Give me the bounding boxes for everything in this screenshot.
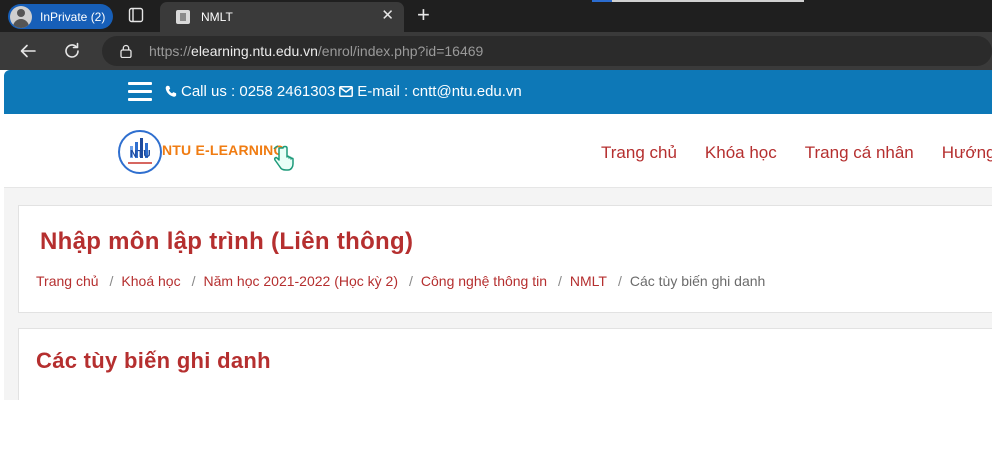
breadcrumb-department[interactable]: Công nghệ thông tin	[421, 273, 547, 289]
page-viewport: Call us : 0258 2461303 E-mail : cntt@ntu…	[4, 70, 992, 400]
url-scheme: https://	[149, 43, 192, 59]
hand-pointer-icon	[273, 145, 294, 171]
site-header: NTU NTU E-LEARNING Trang chủ Khóa học Tr…	[4, 114, 992, 188]
inprivate-profile-button[interactable]: InPrivate (2)	[8, 4, 113, 29]
loading-indicator	[592, 0, 804, 2]
browser-tab-strip: InPrivate (2) NMLT ✕ +	[0, 0, 992, 32]
email-text[interactable]: E-mail : cntt@ntu.edu.vn	[357, 83, 521, 100]
enrolment-options-card: Các tùy biến ghi danh	[18, 328, 992, 400]
course-title: Nhập môn lập trình (Liên thông)	[40, 228, 414, 255]
phone-text[interactable]: Call us : 0258 2461303	[181, 83, 335, 100]
url-host: elearning.ntu.edu.vn	[191, 43, 318, 59]
url-path: /enrol/index.php?id=16469	[317, 43, 484, 59]
breadcrumb-school-year[interactable]: Năm học 2021-2022 (Học kỳ 2)	[203, 273, 398, 289]
nav-profile[interactable]: Trang cá nhân	[805, 143, 914, 163]
envelope-icon	[339, 86, 354, 97]
url-text: https://elearning.ntu.edu.vn/enrol/index…	[149, 43, 483, 59]
tab-nmlt[interactable]: NMLT ✕	[160, 2, 404, 32]
breadcrumb-current: Các tùy biến ghi danh	[629, 273, 766, 289]
contact-info: Call us : 0258 2461303 E-mail : cntt@ntu…	[165, 83, 522, 100]
ntu-seal-logo: NTU	[118, 130, 162, 174]
nav-home[interactable]: Trang chủ	[601, 143, 677, 163]
breadcrumb-courses[interactable]: Khoá học	[121, 273, 180, 289]
site-logo[interactable]: NTU NTU E-LEARNING	[118, 130, 308, 176]
new-tab-button[interactable]: +	[417, 4, 430, 26]
main-navigation: Trang chủ Khóa học Trang cá nhân Hướng d…	[601, 143, 992, 163]
breadcrumb-separator: /	[191, 273, 196, 289]
inprivate-label: InPrivate (2)	[40, 9, 106, 24]
breadcrumb-course[interactable]: NMLT	[570, 273, 607, 289]
nav-guide[interactable]: Hướng dẫn	[942, 143, 992, 163]
hamburger-menu-icon[interactable]	[128, 82, 152, 102]
tab-close-icon[interactable]: ✕	[381, 8, 394, 24]
tab-actions-icon[interactable]	[128, 7, 144, 23]
logo-seal-text: NTU	[130, 149, 151, 160]
page-header-card: Nhập môn lập trình (Liên thông) Trang ch…	[18, 205, 992, 313]
breadcrumb-separator: /	[109, 273, 114, 289]
reload-icon[interactable]	[62, 41, 82, 61]
breadcrumb: Trang chủ / Khoá học / Năm học 2021-2022…	[36, 273, 765, 289]
phone-icon	[165, 85, 177, 97]
site-favicon-icon	[176, 10, 190, 24]
logo-brand-text: NTU E-LEARNING	[162, 142, 285, 158]
back-arrow-icon[interactable]	[18, 41, 38, 61]
lock-icon[interactable]	[120, 44, 132, 58]
browser-toolbar: https://elearning.ntu.edu.vn/enrol/index…	[0, 32, 992, 70]
section-title: Các tùy biến ghi danh	[36, 348, 271, 373]
address-bar[interactable]: https://elearning.ntu.edu.vn/enrol/index…	[102, 36, 992, 66]
nav-courses[interactable]: Khóa học	[705, 143, 777, 163]
site-topbar: Call us : 0258 2461303 E-mail : cntt@ntu…	[4, 70, 992, 114]
tab-title: NMLT	[201, 10, 233, 24]
breadcrumb-home[interactable]: Trang chủ	[36, 273, 99, 289]
breadcrumb-separator: /	[409, 273, 413, 289]
breadcrumb-separator: /	[558, 273, 562, 289]
breadcrumb-separator: /	[617, 273, 622, 289]
profile-avatar-icon	[10, 5, 32, 28]
